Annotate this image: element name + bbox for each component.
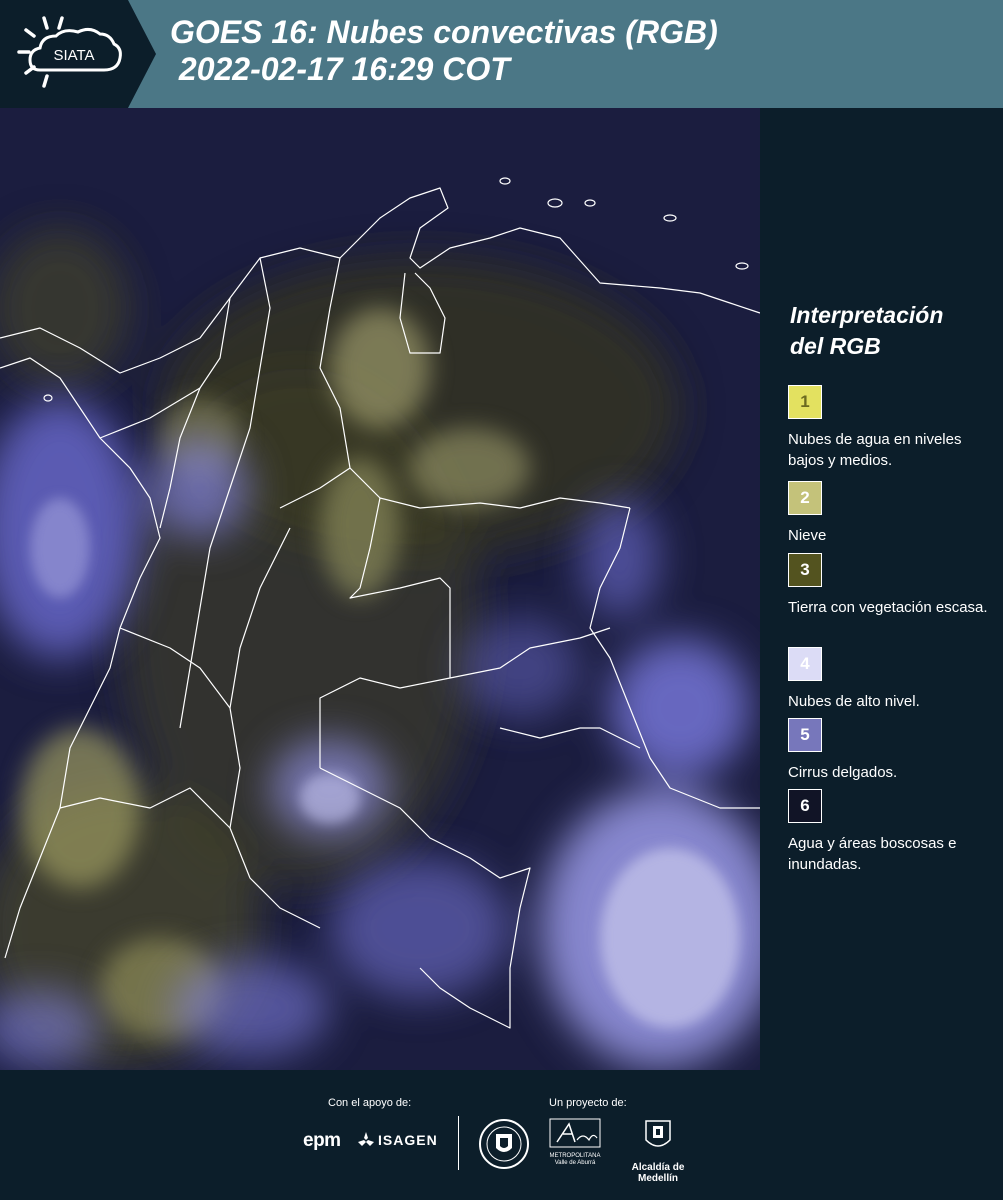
header-bar: SIATA GOES 16: Nubes convectivas (RGB) 2… [0,0,1003,108]
epm-logo: epm [303,1130,341,1151]
legend-title-line-2: del RGB [790,333,881,359]
legend-label-4: Nubes de alto nivel. [788,693,920,710]
alcaldia-name: Alcaldía de Medellín [631,1162,685,1184]
title-line-2: 2022-02-17 16:29 COT [170,51,510,87]
legend-swatch-3: 3 [788,553,822,587]
siata-logo: SIATA [0,0,158,108]
legend-label-2: Nieve [788,527,827,544]
legend-item-3: 3 Tierra con vegetación escasa. [788,553,998,618]
project-label: Un proyecto de: [549,1097,627,1109]
legend-item-4: 4 Nubes de alto nivel. [788,647,998,712]
area-metropolitana-icon [549,1118,601,1148]
legend-swatch-4: 4 [788,647,822,681]
legend-swatch-2: 2 [788,481,822,515]
legend-item-1: 1 Nubes de agua en niveles bajos y medio… [788,385,998,471]
legend-item-2: 2 Nieve [788,481,998,546]
isagen-text: ISAGEN [378,1132,438,1148]
legend-item-6: 6 Agua y áreas boscosas e inundadas. [788,789,998,875]
footer: Con el apoyo de: Un proyecto de: epm ISA… [0,1070,1003,1200]
legend-item-5: 5 Cirrus delgados. [788,718,998,783]
isagen-logo: ISAGEN [358,1132,438,1148]
legend-swatch-5: 5 [788,718,822,752]
alcaldia-crest-icon [645,1120,671,1147]
medellin-seal-logo [478,1118,530,1175]
area-metropolitana-sub-2: Valle de Aburrá [554,1160,596,1166]
svg-text:SIATA: SIATA [53,47,94,64]
isagen-icon [358,1132,374,1146]
title-line-1: GOES 16: Nubes convectivas (RGB) [170,14,718,50]
legend-label-1: Nubes de agua en niveles bajos y medios. [788,431,962,469]
page-title: GOES 16: Nubes convectivas (RGB) 2022-02… [170,14,718,88]
satellite-image [0,108,760,1070]
support-label: Con el apoyo de: [328,1097,412,1109]
legend-label-6: Agua y áreas boscosas e inundadas. [788,835,957,873]
footer-divider [458,1116,459,1170]
alcaldia-medellin-logo: Alcaldía de Medellín [612,1118,704,1184]
legend-label-5: Cirrus delgados. [788,764,898,781]
legend-title-line-1: Interpretación [790,302,944,328]
legend-swatch-1: 1 [788,385,822,419]
area-metropolitana-sub-1: METROPOLITANA [549,1153,601,1159]
legend-title: Interpretación del RGB [790,300,943,362]
legend-swatch-6: 6 [788,789,822,823]
legend-label-3: Tierra con vegetación escasa. [788,599,988,616]
area-metropolitana-logo: METROPOLITANA Valle de Aburrá [549,1118,601,1167]
legend-panel: Interpretación del RGB 1 Nubes de agua e… [760,108,1003,1070]
